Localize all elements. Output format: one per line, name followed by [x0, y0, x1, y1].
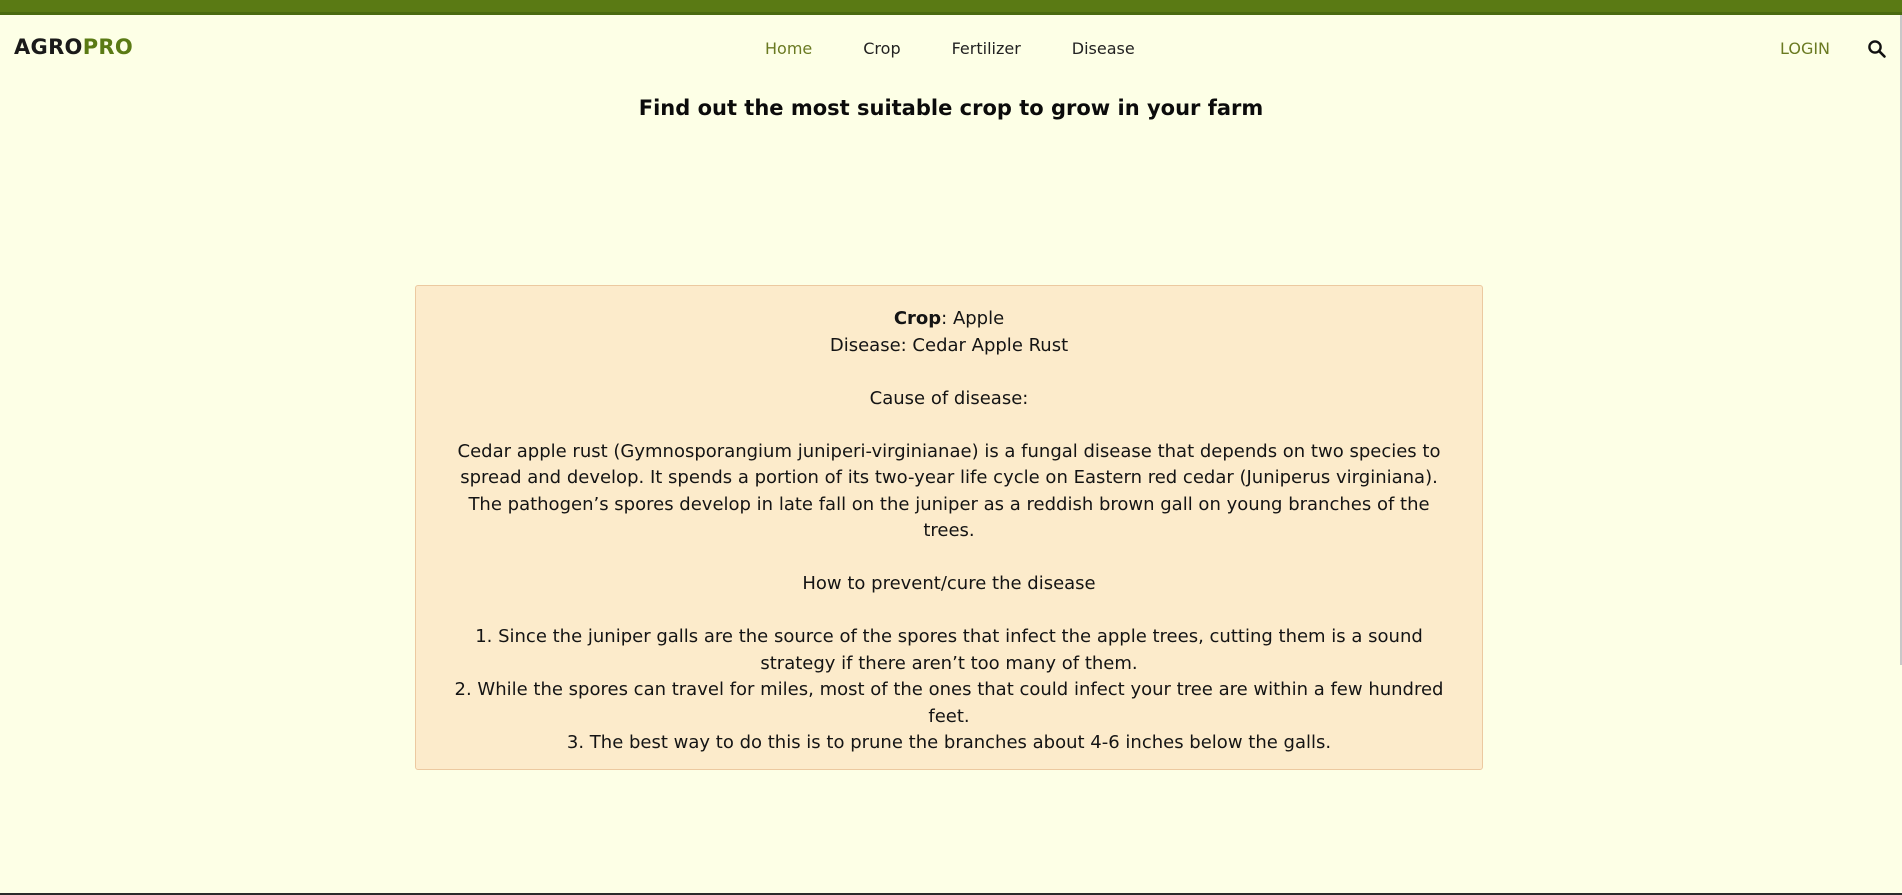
prevent-step: 3. The best way to do this is to prune t… [566, 732, 1332, 753]
result-card: Crop: Apple Disease: Cedar Apple Rust Ca… [415, 285, 1483, 770]
nav-link-home[interactable]: Home [765, 39, 812, 58]
page-title: Find out the most suitable crop to grow … [638, 96, 1264, 120]
brand-logo-part2: PRO [82, 35, 134, 59]
disease-line: Disease: Cedar Apple Rust [829, 334, 1069, 356]
cause-heading: Cause of disease: [869, 387, 1029, 409]
nav-links: Home Crop Fertilizer Disease [765, 39, 1186, 58]
prevent-step: 1. Since the juniper galls are the sourc… [475, 626, 1423, 674]
nav-link-disease[interactable]: Disease [1072, 39, 1135, 58]
prevent-step: 2. While the spores can travel for miles… [454, 679, 1444, 727]
navbar: AGROPRO Home Crop Fertilizer Disease LOG… [0, 15, 1902, 81]
brand-logo-part1: AGRO [14, 35, 83, 59]
search-icon[interactable] [1867, 39, 1887, 59]
brand-logo[interactable]: AGROPRO [14, 35, 133, 59]
prevent-heading: How to prevent/cure the disease [802, 573, 1096, 594]
login-link[interactable]: LOGIN [1780, 39, 1830, 58]
crop-value: : Apple [941, 308, 1005, 329]
nav-link-crop[interactable]: Crop [863, 39, 900, 58]
cause-text: Cedar apple rust (Gymnosporangium junipe… [457, 440, 1441, 542]
crop-line: Crop: Apple [442, 306, 1456, 333]
crop-label: Crop [893, 308, 942, 329]
top-accent-bar [0, 0, 1902, 15]
nav-link-fertilizer[interactable]: Fertilizer [952, 39, 1021, 58]
